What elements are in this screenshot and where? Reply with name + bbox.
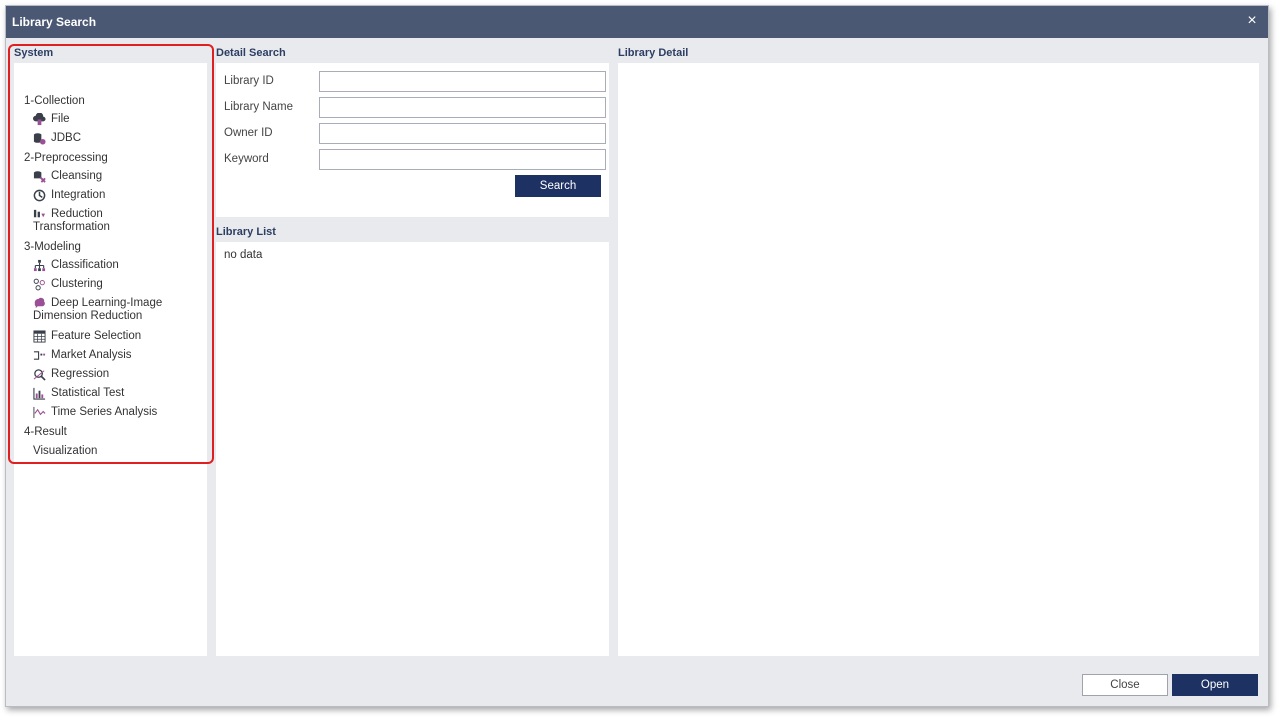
library-list-panel: no data <box>216 242 609 656</box>
tree-item-time-series-analysis[interactable]: Time Series Analysis <box>20 403 206 422</box>
library-list-heading: Library List <box>216 226 276 238</box>
keyword-label: Keyword <box>224 153 269 165</box>
tree-item-file[interactable]: File <box>20 110 206 129</box>
close-icon[interactable]: × <box>1244 12 1260 30</box>
database-icon <box>32 132 46 146</box>
classification-icon <box>32 259 46 273</box>
tree-item-label: Regression <box>51 368 110 380</box>
owner-id-label: Owner ID <box>224 127 273 139</box>
library-search-dialog: Library Search × System 1-Collection File… <box>5 5 1269 707</box>
table-icon <box>32 330 46 344</box>
tree-item-clustering[interactable]: Clustering <box>20 275 206 294</box>
tree-item-regression[interactable]: Regression <box>20 365 206 384</box>
system-tree: 1-Collection File JDBC 2-Preprocessing Clean… <box>20 91 206 462</box>
dialog-title: Library Search <box>12 15 97 29</box>
tree-item-label: Feature Selection <box>51 330 142 342</box>
tree-category-3-modeling[interactable]: 3-Modeling <box>20 238 206 256</box>
line-chart-icon <box>32 406 46 420</box>
tree-item-transformation[interactable]: Transformation <box>20 220 206 234</box>
system-panel: 1-Collection File JDBC 2-Preprocessing Clean… <box>14 63 207 656</box>
tree-item-label: Cleansing <box>51 170 103 182</box>
title-bar: Library Search × <box>6 6 1268 38</box>
market-analysis-icon <box>32 349 46 363</box>
tree-item-feature-selection[interactable]: Feature Selection <box>20 327 206 346</box>
close-button[interactable]: Close <box>1082 674 1168 696</box>
tree-item-visualization[interactable]: Visualization <box>20 444 206 458</box>
tree-item-cleansing[interactable]: Cleansing <box>20 167 206 186</box>
tree-item-integration[interactable]: Integration <box>20 186 206 205</box>
library-detail-panel <box>618 63 1259 656</box>
library-detail-heading: Library Detail <box>618 47 689 59</box>
owner-id-input[interactable] <box>319 123 606 144</box>
regression-icon <box>32 368 46 382</box>
detail-search-heading: Detail Search <box>216 47 286 59</box>
tree-item-jdbc[interactable]: JDBC <box>20 129 206 148</box>
file-cloud-icon <box>32 113 46 127</box>
library-id-input[interactable] <box>319 71 606 92</box>
owner-id-row: Owner ID <box>224 123 606 145</box>
library-list-empty: no data <box>224 249 263 261</box>
tree-item-classification[interactable]: Classification <box>20 256 206 275</box>
library-name-input[interactable] <box>319 97 606 118</box>
tree-item-label: Integration <box>51 189 106 201</box>
tree-item-market-analysis[interactable]: Market Analysis <box>20 346 206 365</box>
search-button[interactable]: Search <box>515 175 601 197</box>
tree-item-label: Classification <box>51 259 119 271</box>
tree-category-2-preprocessing[interactable]: 2-Preprocessing <box>20 149 206 167</box>
library-id-label: Library ID <box>224 75 274 87</box>
system-heading: System <box>14 47 54 59</box>
integration-icon <box>32 189 46 203</box>
tree-item-label: Market Analysis <box>51 349 132 361</box>
keyword-input[interactable] <box>319 149 606 170</box>
tree-item-label: JDBC <box>51 132 82 144</box>
bar-chart-icon <box>32 387 46 401</box>
detail-search-panel: Library ID Library Name Owner ID Keyword… <box>216 63 609 217</box>
clustering-icon <box>32 278 46 292</box>
tree-category-1-collection[interactable]: 1-Collection <box>20 92 206 110</box>
library-name-label: Library Name <box>224 101 294 113</box>
tree-item-label: Time Series Analysis <box>51 406 158 418</box>
tree-item-statistical-test[interactable]: Statistical Test <box>20 384 206 403</box>
keyword-row: Keyword <box>224 149 606 171</box>
tree-item-label: Statistical Test <box>51 387 125 399</box>
library-id-row: Library ID <box>224 71 606 93</box>
tree-item-dimension-reduction[interactable]: Dimension Reduction <box>20 309 206 323</box>
tree-item-label: Clustering <box>51 278 103 290</box>
library-name-row: Library Name <box>224 97 606 119</box>
cleansing-icon <box>32 170 46 184</box>
open-button[interactable]: Open <box>1172 674 1258 696</box>
tree-category-4-result[interactable]: 4-Result <box>20 423 206 441</box>
tree-item-label: File <box>51 113 70 125</box>
